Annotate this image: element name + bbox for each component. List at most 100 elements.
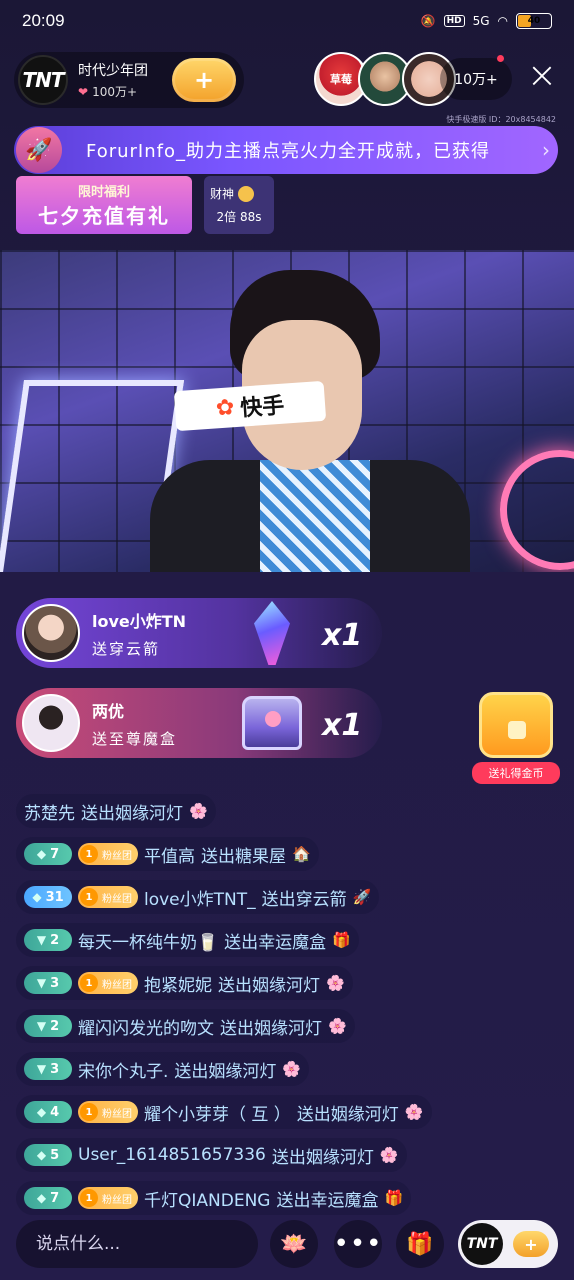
- comment-user[interactable]: 苏楚先: [24, 799, 75, 824]
- gem-icon: ◆: [36, 1191, 47, 1205]
- wealth-label: 财神: [210, 187, 235, 201]
- gold-chest-label: 送礼得金币: [472, 762, 560, 784]
- comment-user[interactable]: 千灯QIANDENG: [144, 1186, 270, 1211]
- gift-notice-text: love小炸TN 送穿云箭: [92, 608, 186, 659]
- banner-text: ForurInfo_助力主播点亮火力全开成就，已获得: [86, 141, 490, 162]
- close-icon[interactable]: ×: [524, 58, 560, 96]
- network-label: 5G: [472, 14, 490, 28]
- comment-row[interactable]: ◆ 5 User_1614851657336 送出姻缘河灯 🌸: [16, 1138, 407, 1172]
- notification-dot: [497, 55, 504, 62]
- magic-box-icon: 🎁: [332, 931, 351, 949]
- status-icons: 🔕 HD 5G ◠ 40: [421, 13, 552, 29]
- host-avatar[interactable]: TNT: [18, 55, 68, 105]
- gift-name: 送穿云箭: [92, 639, 161, 658]
- fan-level: 1: [80, 1189, 98, 1207]
- chest-shape: [242, 696, 302, 750]
- live-video[interactable]: ✿ 快手: [0, 250, 574, 572]
- gift-count: x1: [322, 708, 363, 743]
- gift-notice[interactable]: 两优 送至尊魔盒 x1: [16, 688, 382, 758]
- promo-card[interactable]: 限时福利 七夕充值有礼: [16, 176, 192, 234]
- more-button[interactable]: •••: [334, 1220, 382, 1268]
- comment-row[interactable]: ◆ 31 1 粉丝团 love小炸TNT_ 送出穿云箭 🚀: [16, 880, 380, 914]
- comment-user[interactable]: 每天一杯纯牛奶🥛: [78, 928, 218, 953]
- sender-avatar[interactable]: [22, 694, 80, 752]
- hd-icon: HD: [443, 15, 465, 27]
- chest-lock: [508, 721, 526, 739]
- magic-box-icon: 🎁: [384, 1189, 404, 1207]
- comment-user[interactable]: 抱紧妮妮: [144, 971, 212, 996]
- sender-avatar[interactable]: [22, 604, 80, 662]
- comment-row[interactable]: ◆ 7 1 粉丝团 千灯QIANDENG 送出幸运魔盒 🎁: [16, 1181, 412, 1215]
- fan-label: 粉丝团: [102, 1108, 132, 1120]
- gem-icon: ◆: [32, 890, 42, 904]
- user-level-badge: ◆ 31: [24, 886, 72, 908]
- user-level-badge: ◆ 7: [24, 1187, 72, 1209]
- viewer-count[interactable]: 10万+: [440, 58, 512, 100]
- follow-button[interactable]: +: [172, 58, 236, 102]
- fan-level: 1: [80, 888, 98, 906]
- fan-club-badge: 1 粉丝团: [78, 1101, 138, 1123]
- lamp-icon: 🪷: [280, 1231, 308, 1257]
- gold-chest-button[interactable]: 送礼得金币: [472, 692, 560, 792]
- comment-user[interactable]: love小炸TNT_: [144, 885, 256, 910]
- gift-lamp-button[interactable]: 🪷: [270, 1220, 318, 1268]
- sender-name: love小炸TN: [92, 611, 187, 631]
- gift-button[interactable]: 🎁: [396, 1220, 444, 1268]
- comment-user[interactable]: User_1614851657336: [78, 1145, 266, 1165]
- crystal-gift-icon: [238, 598, 306, 668]
- wealth-god-icon: [238, 185, 255, 202]
- room-id: 快手极速版 ID：20x8454842: [446, 115, 556, 124]
- gem-icon: ▼: [36, 1062, 47, 1076]
- comment-user[interactable]: 耀闪闪发光的吻文: [78, 1014, 214, 1039]
- comment-message: 送出姻缘河灯: [271, 1147, 374, 1168]
- river-lamp-icon: 🌸: [404, 1103, 424, 1121]
- fan-level: 1: [80, 1103, 98, 1121]
- top-viewers[interactable]: 草莓: [314, 52, 456, 106]
- promo-subtitle: 限时福利: [77, 185, 130, 200]
- comment-user[interactable]: 平值高: [144, 842, 195, 867]
- comment-row[interactable]: ▼ 3 宋你个丸子. 送出姻缘河灯 🌸: [16, 1052, 310, 1086]
- comment-message: 送出糖果屋: [201, 846, 286, 867]
- comment-user[interactable]: 宋你个丸子.: [78, 1057, 168, 1082]
- host-name: 时代少年团: [78, 63, 148, 79]
- gem-icon: ◆: [36, 847, 47, 861]
- comment-row[interactable]: ▼ 2 耀闪闪发光的吻文 送出姻缘河灯 🌸: [16, 1009, 355, 1043]
- user-level-badge: ▼ 2: [24, 929, 72, 951]
- gem-icon: ◆: [36, 1105, 47, 1119]
- shirt: [260, 460, 370, 572]
- fan-level: 1: [80, 845, 98, 863]
- comment-input[interactable]: [16, 1220, 258, 1268]
- fan-label: 粉丝团: [102, 1194, 132, 1206]
- comment-row[interactable]: ◆ 7 1 粉丝团 平值高 送出糖果屋 🏠: [16, 837, 319, 871]
- mic-card-text: 快手: [239, 393, 286, 422]
- river-lamp-icon: 🌸: [326, 974, 345, 992]
- wealth-status: 2倍 88s: [216, 210, 262, 224]
- level-number: 2: [50, 932, 60, 948]
- host-card[interactable]: TNT 时代少年团 ❤ 100万+ +: [14, 52, 244, 108]
- treasure-box-icon: [238, 688, 306, 758]
- treasure-chest-icon: [479, 692, 553, 758]
- battery-level: 40: [527, 16, 541, 26]
- gem-icon: ◆: [36, 1148, 47, 1162]
- tnt-avatar: TNT: [461, 1223, 503, 1265]
- status-bar: 20:09 🔕 HD 5G ◠ 40: [0, 0, 574, 42]
- candy-house-icon: 🏠: [292, 845, 311, 863]
- achievement-banner[interactable]: 🚀 ForurInfo_助力主播点亮火力全开成就，已获得 ›: [14, 126, 558, 174]
- comment-row[interactable]: ▼ 2 每天一杯纯牛奶🥛 送出幸运魔盒 🎁: [16, 923, 359, 957]
- gift-count: x1: [322, 618, 363, 653]
- wealth-card[interactable]: 财神 2倍 88s: [204, 176, 274, 234]
- gift-notice[interactable]: love小炸TN 送穿云箭 x1: [16, 598, 382, 668]
- gift-icon: 🎁: [406, 1231, 434, 1257]
- join-icon: +: [513, 1231, 549, 1257]
- level-number: 5: [50, 1147, 60, 1163]
- river-lamp-icon: 🌸: [328, 1017, 347, 1035]
- comment-row[interactable]: ▼ 3 1 粉丝团 抱紧妮妮 送出姻缘河灯 🌸: [16, 966, 353, 1000]
- gift-name: 送至尊魔盒: [92, 729, 178, 748]
- status-time: 20:09: [22, 11, 65, 30]
- user-level-badge: ▼ 3: [24, 1058, 72, 1080]
- comment-row[interactable]: ◆ 4 1 粉丝团 耀个小芽芽（ 互 ） 送出姻缘河灯 🌸: [16, 1095, 432, 1129]
- fan-club-button[interactable]: TNT +: [458, 1220, 558, 1268]
- comment-user[interactable]: 耀个小芽芽（ 互 ）: [144, 1100, 291, 1125]
- gift-notice-text: 两优 送至尊魔盒: [92, 698, 177, 749]
- comment-row[interactable]: 苏楚先 送出姻缘河灯 🌸: [16, 794, 216, 828]
